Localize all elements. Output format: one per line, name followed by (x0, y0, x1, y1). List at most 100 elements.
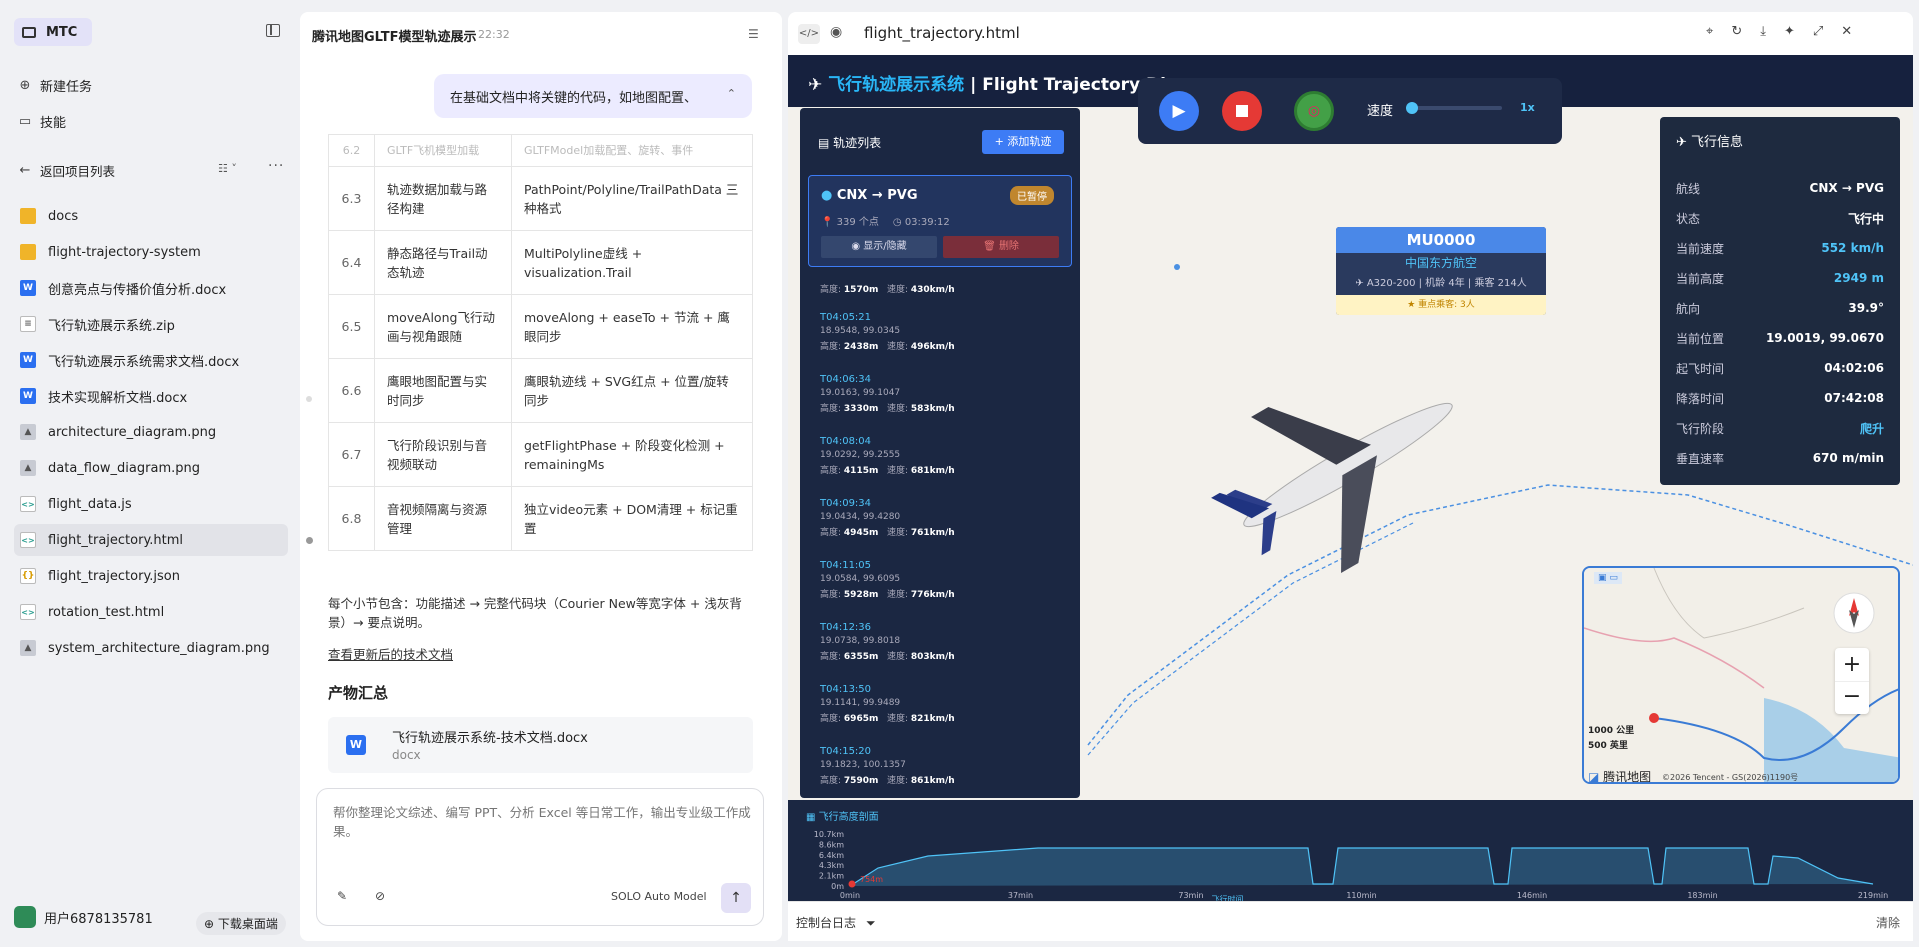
table-cell: GLTFModel加载配置、旋转、事件 (511, 134, 753, 167)
file-item[interactable]: <> flight_data.js (14, 488, 288, 520)
playback-controls (1138, 78, 1562, 144)
file-item[interactable]: ▲ system_architecture_diagram.png (14, 632, 288, 664)
file-item[interactable]: ▲ data_flow_diagram.png (14, 452, 288, 484)
add-track-button[interactable]: + 添加轨迹 (982, 130, 1064, 154)
point-alt: 5928m (843, 590, 879, 600)
download-desktop-button[interactable]: ⊕ 下载桌面端 (196, 912, 286, 935)
back-to-projects[interactable]: ← 返回项目列表 (16, 155, 286, 185)
file-item[interactable]: ▲ architecture_diagram.png (14, 416, 288, 448)
pin-icon[interactable]: ✦ (1784, 24, 1813, 39)
new-task-button[interactable]: ⊕ 新建任务 (16, 70, 286, 100)
info-row: 飞行阶段 爬升 (1676, 413, 1884, 443)
point-coords: 19.1141, 99.9489 (820, 698, 901, 708)
sidebar-toggle-icon[interactable] (266, 24, 280, 37)
skills-button[interactable]: ▭ 技能 (16, 106, 286, 136)
file-item[interactable]: W 技术实现解析文档.docx (14, 380, 288, 412)
flight-marker (1174, 264, 1180, 270)
info-key: 当前速度 (1676, 241, 1725, 256)
code-view-icon[interactable]: </> (798, 24, 820, 44)
point-speed: 776km/h (910, 590, 955, 600)
edit-icon[interactable]: ✎ (337, 889, 347, 903)
table-cell: 静态路径与Trail动态轨迹 (374, 230, 512, 295)
scroll-indicator[interactable] (306, 396, 313, 564)
console-label[interactable]: 控制台日志 ⏷ (796, 914, 876, 931)
track-point[interactable]: T04:15:20 19.1823, 100.1357 高度: 7590m 速度: … (820, 746, 955, 786)
speed-slider-handle[interactable] (1406, 102, 1418, 114)
doc-link[interactable]: 查看更新后的技术文档 (328, 645, 453, 664)
file-item[interactable]: docs (14, 200, 288, 232)
file-item[interactable]: <> flight_trajectory.html (14, 524, 288, 556)
select-element-icon[interactable]: ⌖ (1706, 24, 1731, 39)
info-value: 39.9° (1848, 301, 1884, 315)
profile-x-tick: 146min (1517, 891, 1547, 900)
speed-slider[interactable] (1406, 102, 1502, 114)
file-item[interactable]: ≡ 飞行轨迹展示系统.zip (14, 308, 288, 340)
info-key: 降落时间 (1676, 391, 1725, 406)
filter-icon[interactable]: ⏷ (866, 916, 876, 930)
file-name: flight_trajectory.html (48, 532, 184, 548)
play-icon: ▶ (1172, 101, 1186, 121)
refresh-icon[interactable]: ↻ (1731, 24, 1760, 39)
delete-track-button[interactable]: 🗑 删除 (943, 236, 1059, 258)
flight-label-card[interactable]: MU0000 中国东方航空 ✈ A320-200 | 机龄 4年 | 乘客 21… (1336, 227, 1546, 315)
app-title: ✈ 飞行轨迹展示系统 | Flight Trajectory Di (808, 75, 1166, 95)
eye-icon[interactable]: ◉ (830, 24, 842, 40)
spd-label: 速度: (886, 528, 908, 538)
file-item[interactable]: {} flight_trajectory.json (14, 560, 288, 592)
file-name: flight-trajectory-system (48, 244, 201, 260)
file-item[interactable]: <> rotation_test.html (14, 596, 288, 628)
attach-icon[interactable]: ⊘ (375, 889, 385, 903)
download-icon[interactable]: ⤓ (1760, 24, 1784, 39)
track-point[interactable]: T04:12:36 19.0738, 99.8018 高度: 6355m 速度: 8… (820, 622, 955, 662)
fullscreen-icon[interactable]: ⤢ (1813, 24, 1841, 39)
point-coords: 19.0584, 99.6095 (820, 574, 901, 584)
stop-button[interactable] (1222, 91, 1262, 131)
zoom-in-button[interactable]: + (1835, 648, 1869, 681)
more-icon[interactable]: ··· (268, 158, 284, 174)
alt-label: 高度: (820, 404, 842, 414)
track-meta: 📍 339 个点 ◷ 03:39:12 (821, 217, 950, 228)
artifact-card[interactable]: W 飞行轨迹展示系统-技术文档.docx docx (328, 717, 753, 773)
alt-label: 高度: (820, 466, 842, 476)
info-value: 552 km/h (1821, 241, 1884, 255)
file-item[interactable]: W 创意亮点与传播价值分析.docx (14, 272, 288, 304)
file-item[interactable]: W 飞行轨迹展示系统需求文档.docx (14, 344, 288, 376)
expand-icon[interactable]: ⌃ (727, 87, 736, 100)
toggle-track-button[interactable]: ◉ 显示/隐藏 (821, 236, 937, 258)
model-selector[interactable]: SOLO Auto Model (611, 890, 707, 903)
track-point[interactable]: T04:11:05 19.0584, 99.6095 高度: 5928m 速度: 7… (820, 560, 955, 600)
info-key: 航线 (1676, 181, 1701, 196)
track-point[interactable]: T04:08:04 19.0292, 99.2555 高度: 4115m 速度: 6… (820, 436, 955, 476)
user-message[interactable]: 在基础文档中将关键的代码，如地图配置、 ⌃ (434, 74, 752, 118)
file-item[interactable]: flight-trajectory-system (14, 236, 288, 268)
speed-label: 速度 (1367, 104, 1394, 119)
send-button[interactable]: ↑ (721, 883, 751, 913)
table-row: 6.4 静态路径与Trail动态轨迹 MultiPolyline虚线 + visua… (328, 230, 753, 295)
track-point[interactable]: T04:13:50 19.1141, 99.9489 高度: 6965m 速度: 8… (820, 684, 955, 724)
track-point[interactable]: T04:09:34 19.0434, 99.4280 高度: 4945m 速度: 7… (820, 498, 955, 538)
track-point-partial[interactable]: 高度: 1570m 速度: 430km/h (820, 282, 955, 295)
outline-icon[interactable]: ☰ (748, 27, 759, 41)
track-point[interactable]: T04:06:34 19.0163, 99.1047 高度: 3330m 速度: 5… (820, 374, 955, 414)
workspace-brand[interactable]: MTC (14, 18, 92, 46)
user-profile[interactable]: 用户6878135781 (14, 906, 153, 928)
view-toggle-icon[interactable]: ☷ ˅ (218, 162, 237, 175)
track-card[interactable]: ● CNX → PVG 已暂停 📍 339 个点 ◷ 03:39:12 ◉ 显示/… (808, 175, 1072, 267)
clear-console-button[interactable]: 清除 (1876, 914, 1900, 931)
png-icon: ▲ (20, 460, 36, 476)
track-point[interactable]: T04:05:21 18.9548, 99.0345 高度: 2438m 速度: 4… (820, 312, 955, 352)
alt-label: 高度: (820, 652, 842, 662)
eagle-eye-minimap[interactable]: ▣ ▭ + − 1000 公里 500 英里 ◪ 腾讯地图 ©2026 Tenc… (1582, 566, 1900, 784)
avatar (14, 906, 36, 928)
target-icon: ◎ (1307, 103, 1321, 119)
chat-composer[interactable]: ✎ ⊘ SOLO Auto Model ↑ (316, 788, 764, 926)
trash-icon: 🗑 (983, 241, 999, 252)
zoom-out-button[interactable]: − (1835, 681, 1869, 714)
plane-icon: ✈ (1355, 278, 1367, 289)
file-name: data_flow_diagram.png (48, 460, 200, 476)
altitude-area (849, 847, 1874, 887)
camera-follow-button[interactable]: ◎ (1294, 91, 1334, 131)
close-icon[interactable]: ✕ (1841, 24, 1870, 39)
play-button[interactable]: ▶ (1159, 91, 1199, 131)
chat-input[interactable] (333, 803, 751, 863)
